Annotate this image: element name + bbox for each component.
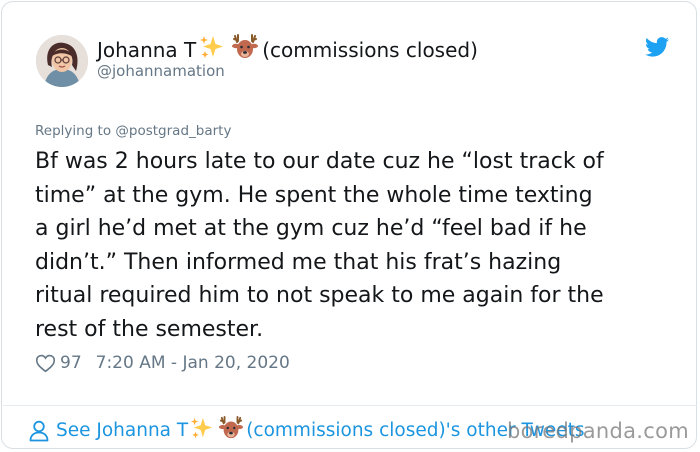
deer-icon xyxy=(231,34,259,65)
tweet-text: Bf was 2 hours late to our date cuz he “… xyxy=(35,149,604,342)
person-icon xyxy=(29,420,49,441)
tweet-card: Johanna T (commissions closed) @johannam… xyxy=(1,1,697,449)
tweet-timestamp[interactable]: 7:20 AM - Jan 20, 2020 xyxy=(96,353,290,373)
like-count[interactable]: 97 xyxy=(60,353,82,373)
heart-icon[interactable] xyxy=(35,353,56,373)
author-handle[interactable]: @johannamation xyxy=(97,62,225,80)
tweet-meta: 97 7:20 AM - Jan 20, 2020 xyxy=(35,353,290,373)
twitter-bird-icon[interactable] xyxy=(645,37,669,57)
sparkles-icon xyxy=(199,34,225,65)
author-name-row[interactable]: Johanna T (commissions closed) xyxy=(97,34,478,65)
sparkles-icon xyxy=(190,416,214,445)
deer-icon xyxy=(218,416,244,445)
watermark: boredpanda.com xyxy=(507,419,690,443)
footer-divider xyxy=(3,405,697,406)
replying-to[interactable]: Replying to @postgrad_barty xyxy=(35,123,231,139)
author-name-suffix[interactable]: (commissions closed) xyxy=(262,38,478,62)
avatar-illustration xyxy=(36,35,88,87)
author-avatar[interactable] xyxy=(36,35,88,87)
author-name[interactable]: Johanna T xyxy=(97,38,196,62)
see-other-tweets-link[interactable]: See Johanna T (commissions closed)'s oth xyxy=(29,416,584,445)
footer-link-prefix[interactable]: See Johanna T xyxy=(56,420,188,441)
